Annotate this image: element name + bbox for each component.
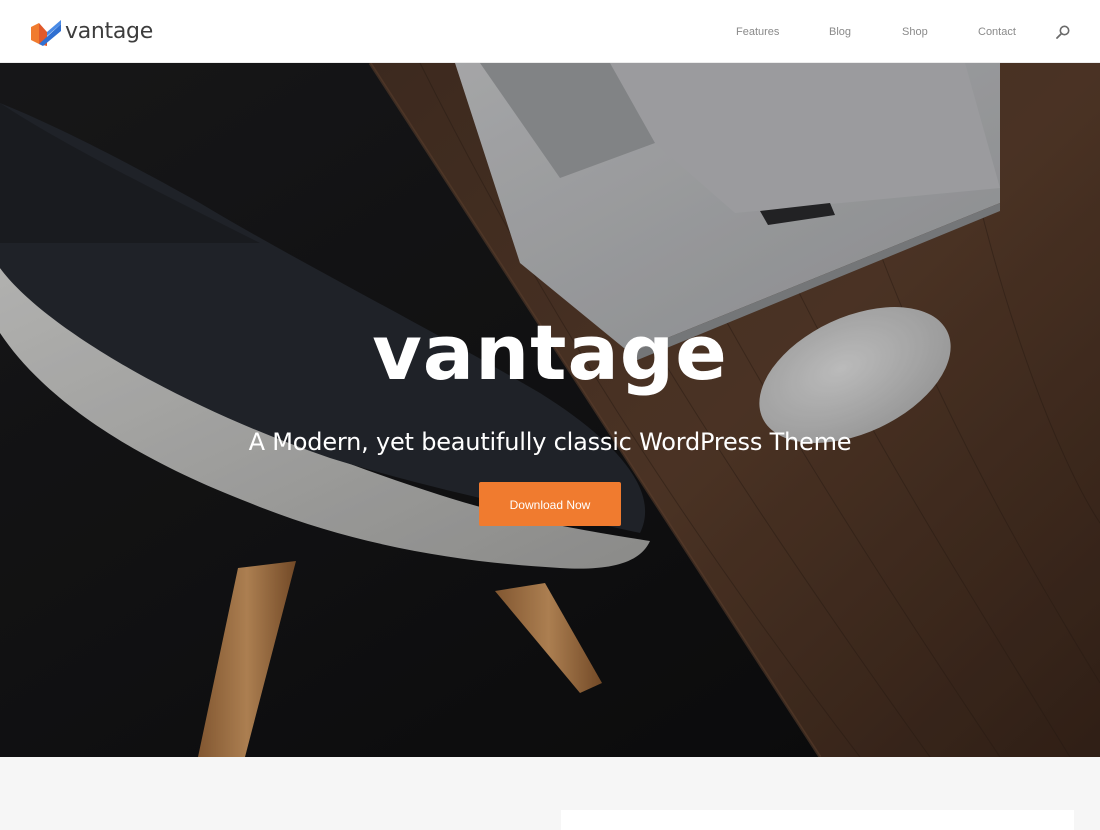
logo-text: vantage — [65, 19, 153, 44]
download-now-button[interactable]: Download Now — [479, 482, 621, 526]
nav-item-features[interactable]: Features — [736, 26, 779, 38]
content-section — [0, 757, 1100, 830]
hero-section: vantage A Modern, yet beautifully classi… — [0, 63, 1100, 757]
logo-mark-icon — [31, 20, 61, 46]
site-header: vantage Features Blog Shop Contact — [0, 0, 1100, 63]
nav-item-contact[interactable]: Contact — [978, 26, 1016, 38]
nav-item-blog[interactable]: Blog — [829, 26, 851, 38]
site-logo[interactable]: vantage — [30, 16, 153, 48]
content-card — [561, 810, 1074, 830]
search-icon[interactable] — [1055, 24, 1071, 40]
hero-subtitle: A Modern, yet beautifully classic WordPr… — [248, 428, 852, 456]
hero-content: vantage A Modern, yet beautifully classi… — [0, 63, 1100, 757]
hero-title: vantage — [372, 308, 728, 397]
nav-item-shop[interactable]: Shop — [902, 26, 928, 38]
